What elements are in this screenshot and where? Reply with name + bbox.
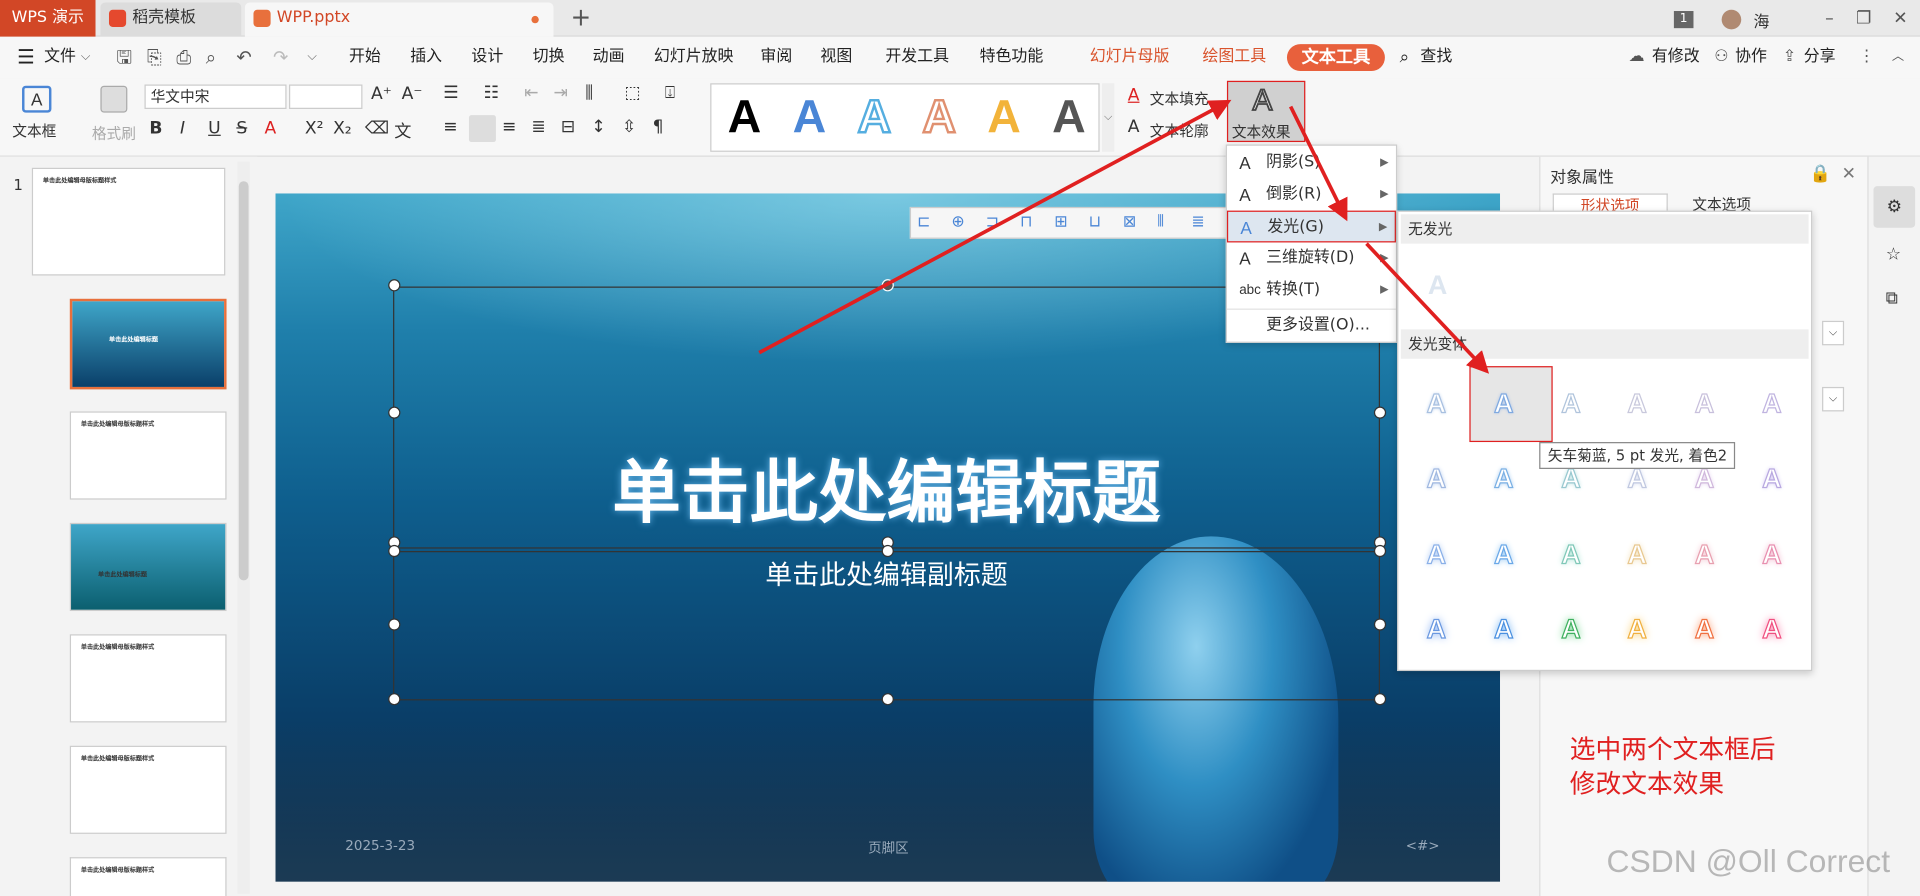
annotation-line-2: 修改文本效果: [1569, 768, 1725, 799]
arrow-to-text-effect: [758, 99, 1232, 355]
watermark: CSDN @Oll Correct: [1606, 842, 1891, 880]
annotation-text: 选中两个文本框后 修改文本效果: [1570, 732, 1776, 801]
arrow-to-glow-menu: [1288, 105, 1348, 222]
annotation-line-1: 选中两个文本框后: [1569, 734, 1776, 765]
arrow-to-glow-variant: [1365, 242, 1490, 374]
